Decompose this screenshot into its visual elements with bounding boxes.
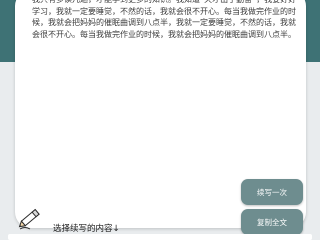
select-content-label[interactable]: 选择续写的内容↓ xyxy=(53,222,120,234)
copy-all-button[interactable]: 复制全文 xyxy=(241,209,303,235)
essay-text: 我只有多读几遍，才能学到更多的知识。我知道“天才出于勤奋”，我要好好学习，我就一… xyxy=(32,0,296,39)
app-page: 我只有多读几遍，才能学到更多的知识。我知道“天才出于勤奋”，我要好好学习，我就一… xyxy=(0,0,320,240)
pencil-icon xyxy=(18,208,40,230)
continue-writing-button[interactable]: 续写一次 xyxy=(241,179,303,205)
content-select-bar[interactable] xyxy=(8,234,312,240)
